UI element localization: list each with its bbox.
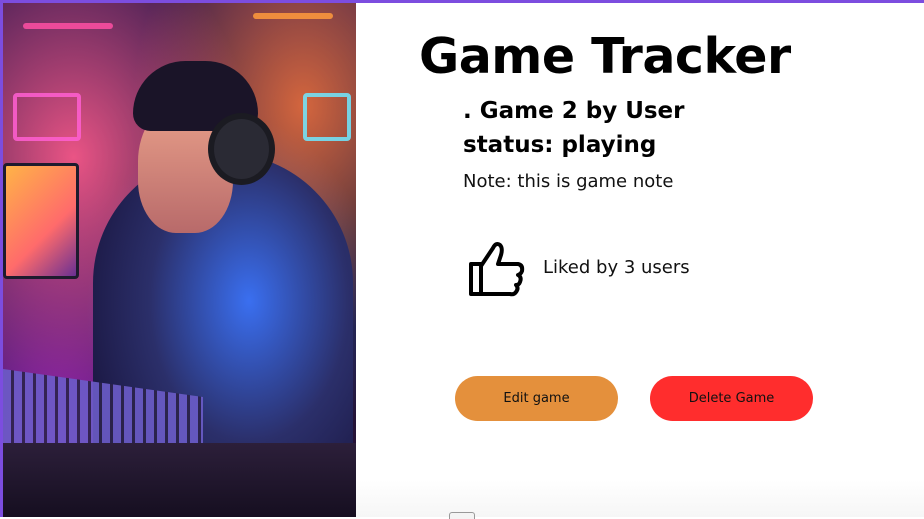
delete-game-button[interactable]: Delete Game xyxy=(650,376,813,421)
neon-strip xyxy=(23,23,113,29)
desk xyxy=(3,443,356,517)
page-title: Game Tracker xyxy=(419,28,791,85)
edit-game-button[interactable]: Edit game xyxy=(455,376,618,421)
drag-handle[interactable] xyxy=(449,512,475,519)
game-status: status: playing xyxy=(463,132,657,158)
neon-frame xyxy=(13,93,81,141)
neon-strip xyxy=(253,13,333,19)
thumbs-up-icon[interactable] xyxy=(466,238,526,298)
neon-frame xyxy=(303,93,351,141)
bottom-fade xyxy=(356,480,924,517)
headset-icon xyxy=(208,113,275,185)
monitor-screen xyxy=(3,163,79,279)
hero-image xyxy=(3,3,356,517)
game-name: . Game 2 by User xyxy=(463,98,685,124)
game-note: Note: this is game note xyxy=(463,171,674,192)
likes-count: Liked by 3 users xyxy=(543,257,690,278)
